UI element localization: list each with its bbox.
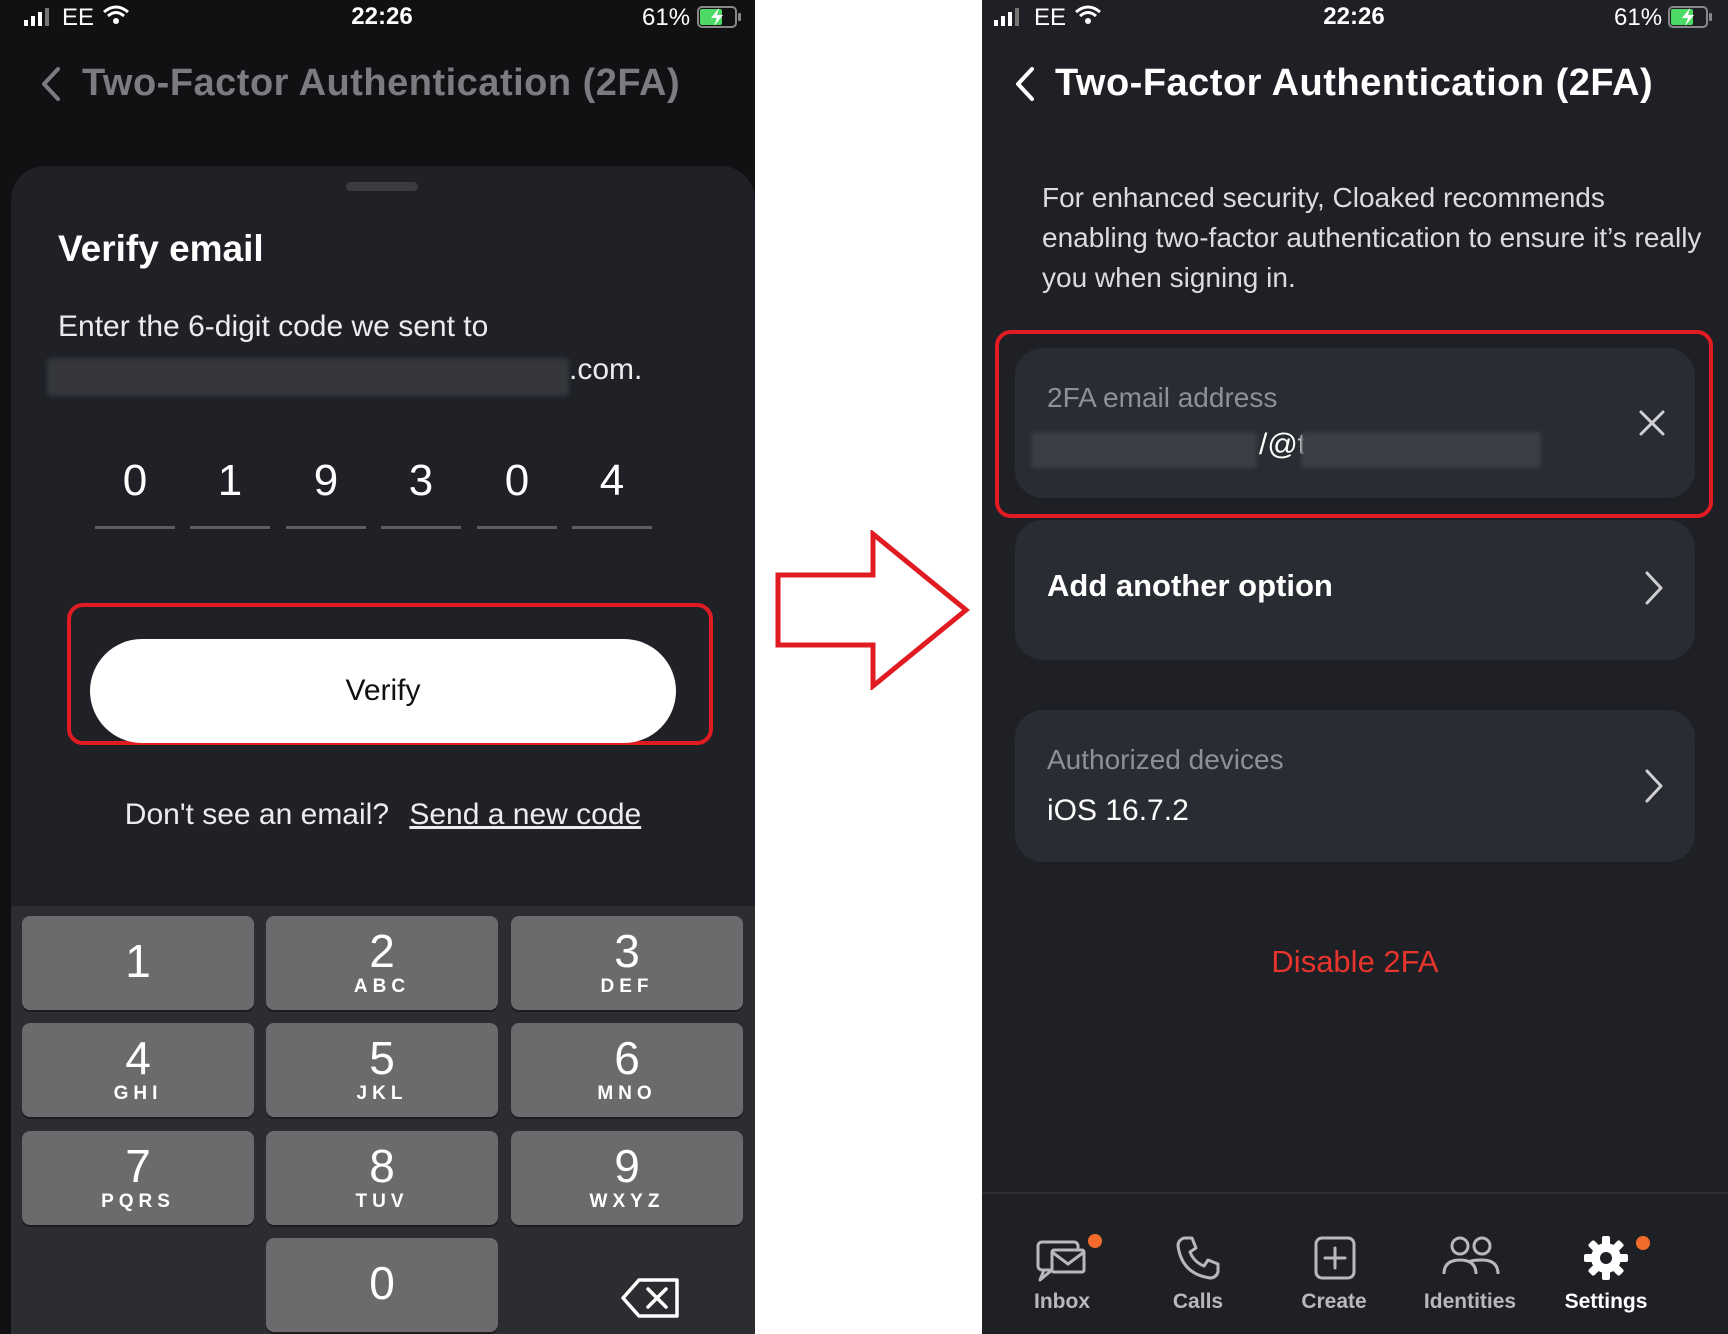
nav-header: Two-Factor Authentication (2FA) [982,52,1728,118]
code-underline [95,526,175,529]
close-icon[interactable] [1637,408,1667,438]
signal-icon [24,8,49,26]
sheet-grabber[interactable] [346,182,418,191]
wifi-icon [1075,5,1101,24]
plus-square-icon [1314,1236,1356,1280]
tab-bar: Inbox Calls Create Identities Settings [982,1192,1728,1334]
tab-identities[interactable]: Identities [1402,1230,1538,1314]
tab-label: Inbox [1034,1290,1090,1313]
key-9[interactable]: 9 WXYZ [511,1131,743,1225]
redacted-email [47,358,569,396]
phone-icon [1176,1236,1220,1280]
verify-button[interactable]: Verify [90,639,676,743]
email-suffix: .com. [569,353,643,386]
code-digit[interactable]: 0 [95,456,175,506]
key-6[interactable]: 6 MNO [511,1023,743,1117]
email-visible-fragment: /@t [1259,428,1307,461]
battery-charging-icon [697,6,741,28]
status-bar: EE 22:26 61% [982,0,1728,36]
device-name: iOS 16.7.2 [1047,794,1189,827]
back-chevron-icon[interactable] [40,66,62,102]
tab-settings[interactable]: Settings [1538,1230,1674,1314]
code-digit[interactable]: 9 [286,456,366,506]
notification-dot [1636,1236,1650,1250]
backspace-icon[interactable] [619,1268,683,1328]
carrier-label: EE [62,4,95,31]
resend-prompt: Don't see an email? [124,798,390,831]
authorized-devices-card[interactable]: Authorized devices iOS 16.7.2 [1015,710,1695,862]
battery-percent: 61% [1614,4,1663,31]
tab-label: Create [1301,1290,1367,1313]
code-underline [190,526,270,529]
sheet-title: Verify email [58,228,264,269]
code-digit[interactable]: 4 [572,456,652,506]
page-title: Two-Factor Authentication (2FA) [1055,62,1654,104]
code-underline [477,526,557,529]
verify-email-screen: EE 22:26 61% Two-Factor Authentication (… [0,0,755,1334]
tab-label: Calls [1172,1290,1224,1313]
code-underline [381,526,461,529]
code-digit[interactable]: 3 [381,456,461,506]
verify-email-sheet: Verify email Enter the 6-digit code we s… [11,166,755,906]
add-option-label: Add another option [1047,568,1333,603]
signal-icon [994,8,1019,26]
chevron-right-icon [1645,571,1663,605]
redacted-email-part [1031,432,1257,468]
status-bar: EE 22:26 61% [0,0,755,36]
tab-create[interactable]: Create [1266,1230,1402,1314]
key-1[interactable]: 1 [22,916,254,1010]
back-chevron-icon[interactable] [1014,66,1036,102]
redacted-email-part [1301,432,1541,468]
key-2[interactable]: 2 ABC [266,916,498,1010]
tab-label: Settings [1564,1290,1648,1313]
tab-calls[interactable]: Calls [1130,1230,1266,1314]
key-7[interactable]: 7 PQRS [22,1131,254,1225]
carrier-label: EE [1034,4,1067,31]
chevron-right-icon [1645,769,1663,803]
sheet-description: Enter the 6-digit code we sent to [58,310,489,343]
nav-header: Two-Factor Authentication (2FA) [0,52,755,118]
disable-2fa-button[interactable]: Disable 2FA [982,944,1728,980]
intro-text: For enhanced security, Cloaked recommend… [1042,182,1702,293]
key-8[interactable]: 8 TUV [266,1131,498,1225]
inbox-icon [1036,1240,1086,1282]
devices-label: Authorized devices [1047,744,1284,775]
clock: 22:26 [1323,3,1385,30]
key-0[interactable]: 0 [266,1238,498,1332]
key-5[interactable]: 5 JKL [266,1023,498,1117]
tab-label: Identities [1423,1290,1517,1313]
key-3[interactable]: 3 DEF [511,916,743,1010]
tab-inbox[interactable]: Inbox [994,1230,1130,1314]
people-icon [1442,1236,1500,1275]
code-underline [286,526,366,529]
gear-icon [1584,1236,1628,1280]
battery-percent: 61% [642,4,691,31]
wifi-icon [103,5,129,24]
numeric-keypad: 1 2 ABC 3 DEF 4 GHI 5 JKL 6 MNO 7 PQRS 8 TUV 9W… [11,906,755,1334]
two-factor-settings-screen: EE 22:26 61% Two-Factor Authentication (… [982,0,1728,1334]
code-underline [572,526,652,529]
add-another-option-card[interactable]: Add another option [1015,520,1695,660]
clock: 22:26 [351,3,413,30]
key-4[interactable]: 4 GHI [22,1023,254,1117]
code-digit[interactable]: 0 [477,456,557,506]
battery-charging-icon [1668,6,1712,28]
notification-dot [1088,1234,1102,1248]
send-new-code-link[interactable]: Send a new code [409,798,641,831]
page-title: Two-Factor Authentication (2FA) [82,62,681,104]
arrow-right-icon [775,530,970,690]
code-digit[interactable]: 1 [190,456,270,506]
email-card-label: 2FA email address [1047,382,1278,413]
resend-row: Don't see an email? Send a new code [11,798,755,832]
email-address-card[interactable]: 2FA email address /@t [1015,348,1695,498]
